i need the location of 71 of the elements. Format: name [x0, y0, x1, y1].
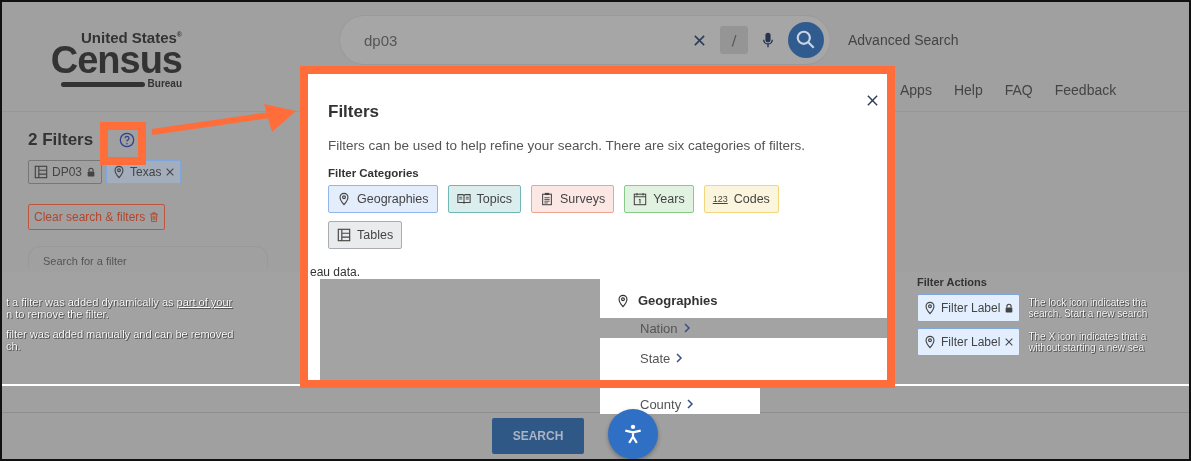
highlight-box	[100, 122, 146, 165]
map-pin-icon	[112, 165, 127, 179]
advanced-search-link[interactable]: Advanced Search	[848, 32, 959, 48]
help-text: ch.	[6, 340, 22, 352]
help-icon[interactable]	[119, 132, 136, 148]
chip-label: Surveys	[560, 192, 606, 206]
close-icon[interactable]	[1004, 337, 1015, 347]
category-chip[interactable]: Surveys	[531, 185, 615, 213]
chevron-right-icon	[682, 323, 691, 333]
chip-label: Codes	[733, 192, 770, 206]
filter-actions-heading: Filter Actions	[917, 276, 988, 288]
help-text: The lock icon indicates tha	[1028, 297, 1148, 308]
trash-icon	[149, 212, 160, 222]
category-chip[interactable]: Topics	[447, 185, 521, 213]
help-text: n to remove the filter.	[6, 308, 110, 320]
table-icon	[34, 165, 48, 179]
clear-icon[interactable]	[693, 33, 706, 47]
body-text: eau data.	[309, 265, 362, 279]
book-icon	[456, 192, 471, 206]
dialog-title: Filters	[328, 102, 380, 122]
filter-chip[interactable]: Filter Label	[917, 328, 1021, 356]
help-text: The X icon indicates that a	[1028, 331, 1147, 342]
calendar-icon	[633, 192, 648, 206]
table-icon	[337, 228, 351, 242]
dialog-description: Filters can be used to help refine your search. There are six categories of filters.	[328, 138, 806, 153]
chevron-right-icon	[675, 353, 684, 363]
accessibility-icon	[622, 423, 644, 445]
filter-chip[interactable]: DP03	[28, 160, 103, 184]
search-submit-button[interactable]: SEARCH	[492, 418, 584, 454]
search-button[interactable]	[788, 22, 824, 58]
nav-link[interactable]: Apps	[900, 82, 932, 98]
geographies-heading: Geographies	[638, 293, 718, 308]
filter-chip[interactable]: Filter Label	[917, 294, 1021, 322]
chip-label: Tables	[357, 228, 394, 242]
search-input[interactable]: dp03	[362, 30, 679, 50]
close-icon[interactable]	[866, 94, 879, 107]
geography-list-item[interactable]: Nation	[600, 318, 887, 338]
map-pin-icon	[337, 192, 351, 206]
filter-search-field[interactable]: Search for a filter	[28, 246, 268, 268]
category-chip[interactable]: Years	[624, 185, 694, 213]
help-text: search. Start a new search	[1028, 308, 1148, 319]
chip-label: Geographies	[357, 192, 429, 206]
help-text: without starting a new sea	[1028, 342, 1145, 353]
help-text: filter was added manually and can be removed	[6, 328, 234, 340]
chevron-right-icon	[686, 399, 695, 409]
categories-heading: Filter Categories	[328, 167, 420, 179]
map-pin-icon	[923, 301, 937, 315]
chip-label: Texas	[130, 165, 162, 179]
map-pin-icon	[616, 293, 630, 308]
chip-label: Years	[653, 192, 685, 206]
search-bar[interactable]: dp03 /	[340, 16, 830, 64]
microphone-icon[interactable]	[762, 30, 774, 50]
geography-list-item[interactable]: State	[600, 348, 887, 368]
number-icon: 123	[712, 194, 728, 204]
search-icon	[795, 29, 817, 51]
clipboard-icon	[540, 192, 554, 206]
chip-label: Filter Label	[941, 335, 1001, 349]
chip-label: Filter Label	[941, 301, 1001, 315]
nav-link[interactable]: Feedback	[1054, 82, 1117, 98]
chip-label: Topics	[476, 192, 512, 206]
category-chip[interactable]: Tables	[328, 221, 403, 249]
category-chip[interactable]: 123 Codes	[703, 185, 779, 213]
nav-link[interactable]: FAQ	[1004, 82, 1033, 98]
nav-link[interactable]: Help	[953, 82, 983, 98]
filter-count-heading: 2 Filters	[28, 130, 94, 150]
help-text: t a filter was added dynamically as part of your	[6, 296, 234, 308]
chip-label: DP03	[52, 165, 83, 179]
category-chip[interactable]: Geographies	[328, 185, 438, 213]
census-logo[interactable]: United States$^{®}$ Census Bureau	[52, 30, 182, 111]
keyboard-shortcut-key: /	[720, 26, 748, 54]
map-pin-icon	[923, 335, 937, 349]
